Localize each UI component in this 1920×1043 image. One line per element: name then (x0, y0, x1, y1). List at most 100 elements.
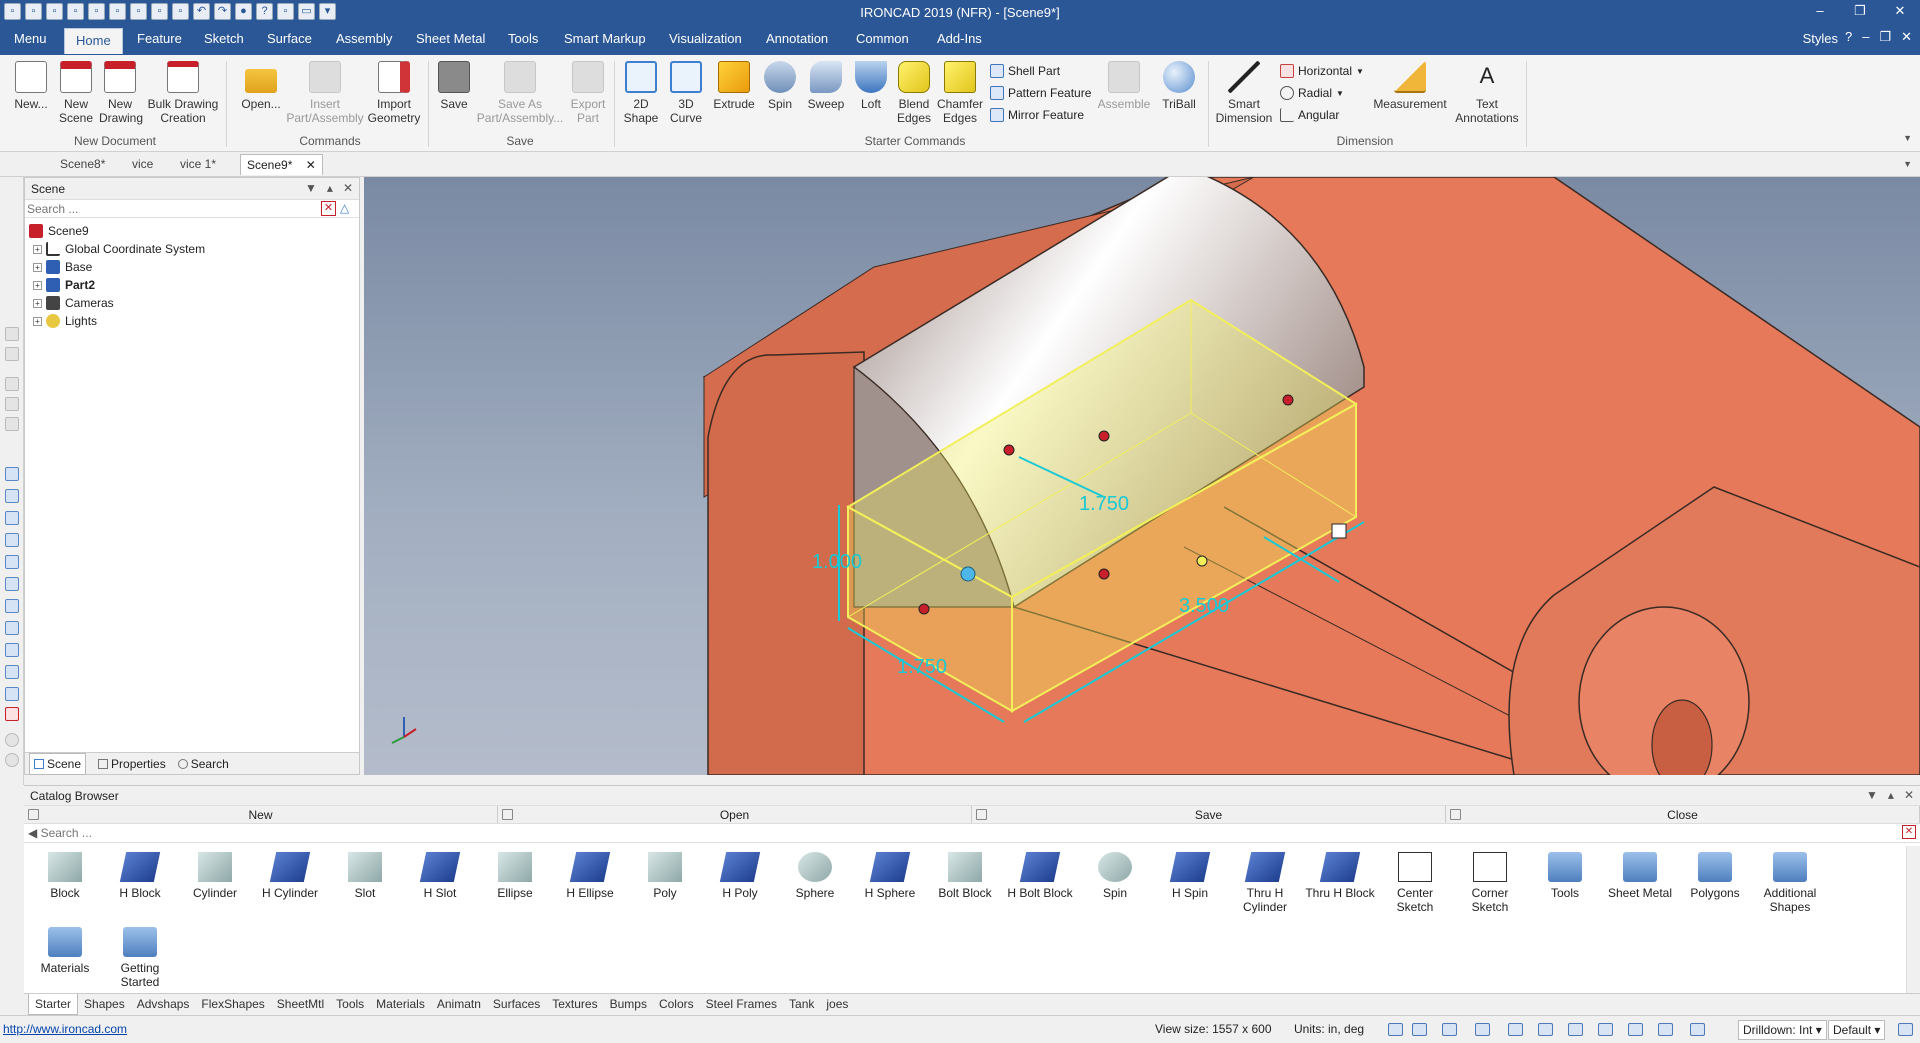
catalog-tab[interactable]: Tools (330, 997, 370, 1012)
tab-list-icon[interactable]: ▼ (1903, 159, 1912, 169)
orbit-icon[interactable] (1658, 1023, 1673, 1036)
catalog-tab[interactable]: Tank (783, 997, 820, 1012)
expand-icon[interactable]: + (33, 298, 42, 308)
tool-icon[interactable] (5, 327, 19, 341)
move-handle-icon[interactable] (1331, 523, 1347, 539)
tab-smart-markup[interactable]: Smart Markup (564, 31, 646, 46)
display-icon[interactable] (1598, 1023, 1613, 1036)
save-as-part-assembly-button[interactable]: Save As Part/Assembly... (472, 61, 568, 125)
tab-annotation[interactable]: Annotation (766, 31, 828, 46)
import-geometry-button[interactable]: Import Geometry (366, 61, 422, 125)
ribbon-restore-icon[interactable]: ❐ (1879, 29, 1891, 45)
catalog-item[interactable]: Polygons (1678, 852, 1752, 900)
catalog-tab[interactable]: joes (820, 997, 854, 1012)
doc-tab-active[interactable]: Scene9* ✕ (240, 154, 323, 175)
catalog-item[interactable]: Corner Sketch (1453, 852, 1527, 914)
catalog-item[interactable]: H Spin (1153, 852, 1227, 900)
insert-part-assembly-button[interactable]: Insert Part/Assembly (285, 61, 365, 125)
dimension-top[interactable]: 1.750 (1079, 493, 1129, 515)
catalog-item[interactable]: Materials (28, 927, 102, 975)
catalog-save-button[interactable]: Save (972, 806, 1446, 823)
tool-icon[interactable] (5, 599, 19, 613)
render-icon[interactable] (1508, 1023, 1523, 1036)
close-icon[interactable]: ✕ (1904, 788, 1914, 802)
catalog-tab[interactable]: Animatn (431, 997, 487, 1012)
tab-home[interactable]: Home (64, 28, 123, 54)
catalog-tab[interactable]: Steel Frames (700, 997, 783, 1012)
catalog-search-input[interactable] (40, 826, 1841, 840)
new-button[interactable]: New... (10, 61, 52, 111)
dimension-length[interactable]: 3.500 (1179, 595, 1229, 617)
tab-surface[interactable]: Surface (267, 31, 312, 46)
tool-icon[interactable] (5, 489, 19, 503)
tool-icon[interactable] (5, 555, 19, 569)
ribbon-minimize-icon[interactable]: – (1862, 29, 1869, 45)
open-button[interactable]: Open... (235, 61, 287, 111)
triball-button[interactable]: TriBall (1155, 61, 1203, 111)
restore-icon[interactable]: ❐ (1840, 0, 1880, 24)
tool-icon[interactable] (5, 687, 19, 701)
help-icon[interactable]: ? (1845, 29, 1852, 45)
tree-item-cameras[interactable]: + Cameras (25, 294, 359, 312)
catalog-item[interactable]: H Cylinder (253, 852, 327, 900)
tool-icon[interactable] (5, 377, 19, 391)
catalog-tab[interactable]: Bumps (604, 997, 653, 1012)
tab-visualization[interactable]: Visualization (669, 31, 742, 46)
view-icon[interactable] (1442, 1023, 1457, 1036)
tool-icon[interactable] (5, 511, 19, 525)
tool-icon[interactable] (5, 347, 19, 361)
dropdown-icon[interactable]: ▼ (305, 181, 317, 195)
expand-icon[interactable]: + (33, 280, 42, 290)
pattern-feature-button[interactable]: Pattern Feature (990, 86, 1091, 100)
3d-curve-button[interactable]: 3D Curve (663, 61, 709, 125)
tool-icon[interactable] (5, 707, 19, 721)
text-annotations-button[interactable]: A Text Annotations (1452, 61, 1522, 125)
blend-edges-button[interactable]: Blend Edges (892, 61, 936, 125)
spin-button[interactable]: Spin (758, 61, 802, 111)
catalog-item[interactable]: Block (28, 852, 102, 900)
filter-icon[interactable]: △ (340, 201, 355, 216)
horizontal-dimension-button[interactable]: Horizontal ▼ (1280, 64, 1364, 78)
tab-common[interactable]: Common (856, 31, 909, 46)
ribbon-collapse-icon[interactable]: ▼ (1903, 133, 1912, 143)
minimize-icon[interactable]: – (1800, 0, 1840, 24)
website-link[interactable]: http://www.ironcad.com (3, 1022, 127, 1036)
tab-tools[interactable]: Tools (508, 31, 538, 46)
tab-assembly[interactable]: Assembly (336, 31, 392, 46)
tree-item-base[interactable]: + Base (25, 258, 359, 276)
tab-sheet-metal[interactable]: Sheet Metal (416, 31, 485, 46)
catalog-item[interactable]: Spin (1078, 852, 1152, 900)
select-icon[interactable] (1690, 1023, 1705, 1036)
ribbon-close-icon[interactable]: ✕ (1901, 29, 1912, 45)
tab-menu[interactable]: Menu (14, 31, 47, 46)
tool-icon[interactable] (5, 665, 19, 679)
tool-icon[interactable] (5, 643, 19, 657)
scene-search-input[interactable] (25, 200, 315, 217)
sweep-button[interactable]: Sweep (803, 61, 849, 111)
pin-icon[interactable]: ▴ (1888, 788, 1894, 802)
close-tab-icon[interactable]: ✕ (306, 158, 316, 172)
catalog-tab[interactable]: Surfaces (487, 997, 546, 1012)
measurement-button[interactable]: Measurement (1370, 61, 1450, 111)
tool-icon[interactable] (5, 753, 19, 767)
close-icon[interactable]: ✕ (343, 181, 353, 195)
tree-item-part2[interactable]: + Part2 (25, 276, 359, 294)
catalog-tab[interactable]: Starter (28, 994, 79, 1015)
expand-icon[interactable]: + (33, 262, 42, 272)
save-button[interactable]: Save (436, 61, 472, 111)
expand-icon[interactable]: + (33, 244, 42, 254)
tree-item-lights[interactable]: + Lights (25, 312, 359, 330)
catalog-item[interactable]: H Block (103, 852, 177, 900)
tree-item-scene9[interactable]: Scene9 (25, 222, 359, 240)
catalog-item[interactable]: Cylinder (178, 852, 252, 900)
catalog-item[interactable]: H Poly (703, 852, 777, 900)
drilldown-select[interactable]: Drilldown: Int ▾ (1738, 1020, 1827, 1040)
mirror-feature-button[interactable]: Mirror Feature (990, 108, 1084, 122)
tab-feature[interactable]: Feature (137, 31, 182, 46)
bulk-drawing-creation-button[interactable]: Bulk Drawing Creation (145, 61, 221, 125)
2d-shape-button[interactable]: 2D Shape (618, 61, 664, 125)
catalog-item[interactable]: Center Sketch (1378, 852, 1452, 914)
catalog-scrollbar[interactable] (1906, 846, 1920, 994)
section-icon[interactable] (1538, 1023, 1553, 1036)
catalog-item[interactable]: Sheet Metal (1603, 852, 1677, 900)
